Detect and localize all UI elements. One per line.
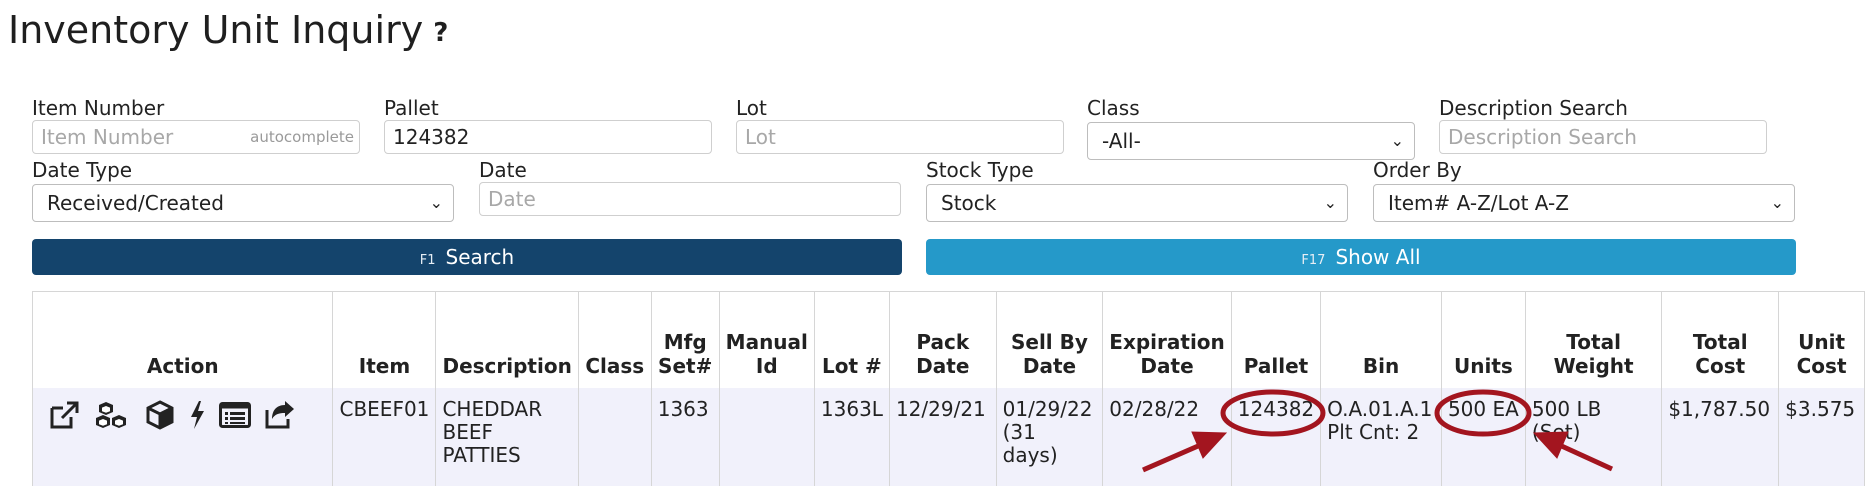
help-icon[interactable]: ? <box>433 18 448 48</box>
item-number-field: Item Number autocomplete <box>32 96 360 156</box>
description-cell: CHEDDAR BEEF PATTIES <box>435 387 579 486</box>
col-total-weight[interactable]: Total Weight <box>1525 291 1663 388</box>
col-class[interactable]: Class <box>578 291 652 388</box>
stock-type-label: Stock Type <box>926 158 1034 182</box>
show-all-fkey: F17 <box>1301 252 1326 268</box>
search-fkey: F1 <box>419 252 436 268</box>
date-type-select[interactable]: Received/Created ⌄ <box>32 184 454 222</box>
date-input[interactable] <box>479 182 901 216</box>
class-select-value: -All- <box>1102 129 1141 153</box>
description-search-field: Description Search <box>1439 96 1767 156</box>
class-select[interactable]: -All- ⌄ <box>1087 122 1415 160</box>
col-total-cost[interactable]: Total Cost <box>1661 291 1780 388</box>
units-cell: 500 EA <box>1441 387 1526 486</box>
col-expiration-date[interactable]: Expiration Date <box>1102 291 1232 388</box>
pallet-input[interactable] <box>384 120 712 154</box>
col-bin[interactable]: Bin <box>1320 291 1442 388</box>
col-sell-by-date[interactable]: Sell By Date <box>996 291 1104 388</box>
col-description[interactable]: Description <box>435 291 579 388</box>
unit-cost-cell: $3.575 <box>1778 387 1865 486</box>
order-by-select[interactable]: Item# A-Z/Lot A-Z ⌄ <box>1373 184 1795 222</box>
description-search-label: Description Search <box>1439 96 1628 120</box>
lot-input[interactable] <box>736 120 1064 154</box>
date-type-label: Date Type <box>32 158 133 182</box>
mfg-set-cell: 1363 <box>651 387 720 486</box>
date-type-select-value: Received/Created <box>47 191 224 215</box>
lot-field: Lot <box>736 96 1064 156</box>
class-field: Class -All- ⌄ <box>1087 96 1415 160</box>
page-title: Inventory Unit Inquiry? <box>8 8 448 52</box>
pallet-cell: 124382 <box>1231 387 1322 486</box>
date-type-field: Date Type Received/Created ⌄ <box>32 158 454 222</box>
pallet-label: Pallet <box>384 96 439 120</box>
search-button[interactable]: F1 Search <box>32 239 902 275</box>
col-action[interactable]: Action <box>31 291 334 388</box>
col-mfg-set[interactable]: Mfg Set# <box>651 291 720 388</box>
date-label: Date <box>479 158 527 182</box>
external-link-icon[interactable] <box>49 400 81 435</box>
item-cell: CBEEF01 <box>332 387 437 486</box>
box-icon[interactable] <box>145 399 175 435</box>
lightning-icon[interactable] <box>188 400 206 435</box>
action-cell <box>31 387 334 486</box>
total-weight-cell: 500 LB (Set) <box>1525 387 1663 486</box>
share-icon[interactable] <box>264 400 296 435</box>
manual-id-cell <box>719 387 815 486</box>
col-lot[interactable]: Lot # <box>814 291 890 388</box>
lot-cell: 1363L <box>814 387 890 486</box>
table-header-row: Action Item Description Class Mfg Set# Ma… <box>31 291 1865 388</box>
col-unit-cost[interactable]: Unit Cost <box>1778 291 1865 388</box>
lot-label: Lot <box>736 96 767 120</box>
col-item[interactable]: Item <box>332 291 437 388</box>
order-by-select-value: Item# A-Z/Lot A-Z <box>1388 191 1569 215</box>
sell-by-date-cell: 01/29/22 (31 days) <box>996 387 1104 486</box>
autocomplete-hint: autocomplete <box>250 128 354 146</box>
chevron-down-icon: ⌄ <box>429 193 443 212</box>
date-field: Date <box>479 158 901 218</box>
inventory-table: Action Item Description Class Mfg Set# Ma… <box>31 291 1865 486</box>
bin-pallet-count: Plt Cnt: 2 <box>1327 419 1420 444</box>
bin-cell: O.A.01.A.1 Plt Cnt: 2 <box>1320 387 1442 486</box>
class-label: Class <box>1087 96 1140 120</box>
chevron-down-icon: ⌄ <box>1323 193 1337 212</box>
item-number-label: Item Number <box>32 96 165 120</box>
stock-type-field: Stock Type Stock ⌄ <box>926 158 1348 222</box>
show-all-label: Show All <box>1335 245 1421 269</box>
show-all-button[interactable]: F17 Show All <box>926 239 1796 275</box>
total-cost-cell: $1,787.50 <box>1661 387 1780 486</box>
pallet-field: Pallet <box>384 96 712 156</box>
bin-location: O.A.01.A.1 <box>1327 396 1433 421</box>
boxes-icon[interactable] <box>94 400 132 435</box>
pack-date-cell: 12/29/21 <box>889 387 997 486</box>
chevron-down-icon: ⌄ <box>1770 193 1784 212</box>
description-search-input[interactable] <box>1439 120 1767 154</box>
stock-type-select-value: Stock <box>941 191 997 215</box>
col-pack-date[interactable]: Pack Date <box>889 291 997 388</box>
page-title-text: Inventory Unit Inquiry <box>8 8 424 52</box>
expiration-date-cell: 02/28/22 <box>1102 387 1232 486</box>
class-cell <box>578 387 652 486</box>
chevron-down-icon: ⌄ <box>1390 131 1404 150</box>
order-by-field: Order By Item# A-Z/Lot A-Z ⌄ <box>1373 158 1795 222</box>
col-units[interactable]: Units <box>1441 291 1526 388</box>
search-label: Search <box>445 245 515 269</box>
col-manual-id[interactable]: Manual Id <box>719 291 815 388</box>
col-pallet[interactable]: Pallet <box>1231 291 1322 388</box>
order-by-label: Order By <box>1373 158 1462 182</box>
table-row: CBEEF01 CHEDDAR BEEF PATTIES 1363 1363L … <box>31 387 1865 486</box>
list-icon[interactable] <box>219 401 251 433</box>
stock-type-select[interactable]: Stock ⌄ <box>926 184 1348 222</box>
